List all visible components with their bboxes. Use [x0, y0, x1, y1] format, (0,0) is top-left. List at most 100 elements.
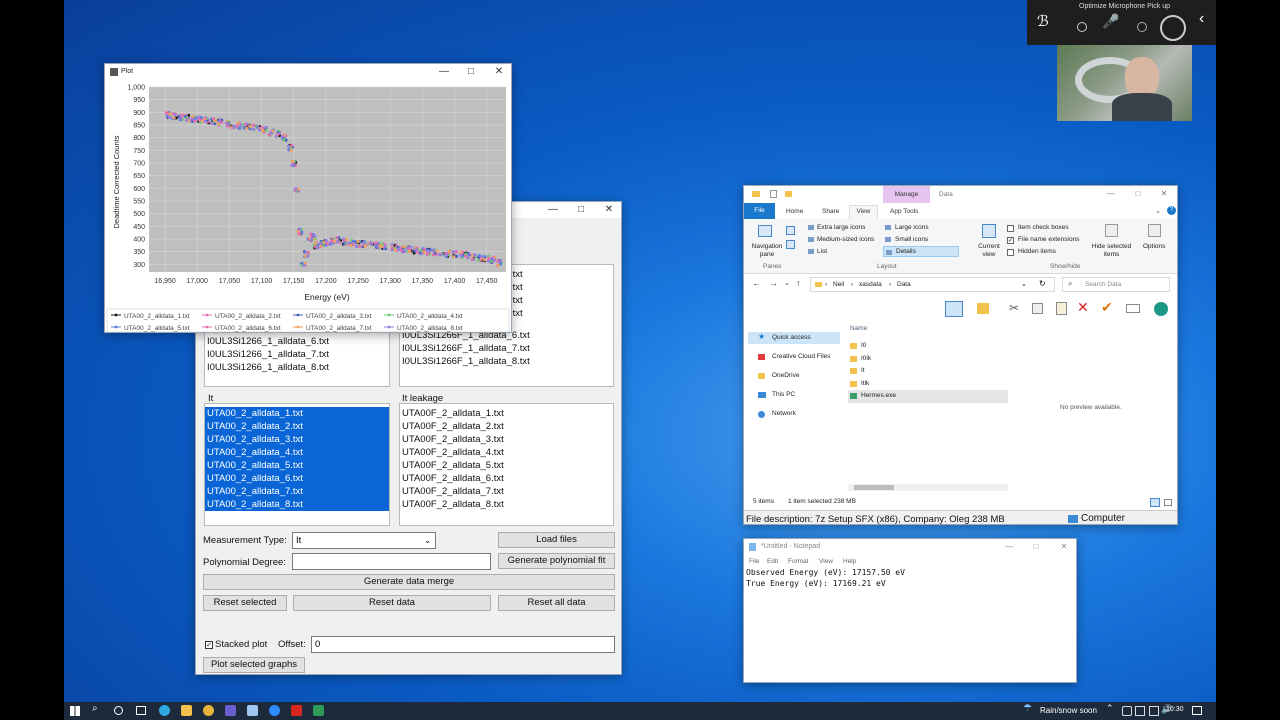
file-row[interactable]: I0 — [848, 340, 1008, 353]
circle-icon[interactable] — [1137, 22, 1147, 32]
layout-option-list[interactable]: List — [808, 247, 880, 257]
close-button[interactable]: ✕ — [485, 64, 511, 80]
generate-polynomial-fit-button[interactable]: Generate polynomial fit — [498, 553, 615, 569]
layout-option-details[interactable]: Details — [883, 246, 959, 257]
hide-selected-icon[interactable] — [1105, 224, 1118, 237]
network-icon[interactable] — [1149, 706, 1159, 716]
plot-selected-graphs-button[interactable]: Plot selected graphs — [203, 657, 305, 673]
help-icon[interactable]: ? — [1167, 206, 1176, 215]
scrollbar-thumb[interactable] — [854, 485, 894, 490]
recent-chevron-icon[interactable]: ⌄ — [784, 279, 790, 287]
breadcrumb-item[interactable]: xasdata — [859, 281, 882, 288]
list-item[interactable]: UTA00_2_alldata_7.txt — [205, 485, 389, 498]
hidden-items-checkbox[interactable] — [1007, 249, 1014, 256]
ribbon-collapse-icon[interactable]: ⌄ — [1155, 207, 1161, 215]
offset-input[interactable]: 0 — [311, 636, 615, 653]
breadcrumb-item[interactable]: Data — [897, 281, 911, 288]
up-arrow-icon[interactable]: ↑ — [796, 278, 801, 288]
list-item[interactable]: UTA00F_2_alldata_3.txt — [400, 433, 613, 446]
maximize-button[interactable]: □ — [1124, 186, 1152, 203]
clock[interactable]: 10:30 — [1166, 706, 1184, 713]
folder-options-icon[interactable] — [977, 303, 989, 314]
nav-item-this-pc[interactable]: This PC — [748, 389, 840, 401]
tab-share[interactable]: Share — [822, 208, 839, 215]
search-box[interactable]: ⌕ Search Data — [1062, 277, 1170, 292]
windows-start-icon[interactable] — [70, 706, 80, 716]
navigation-pane-button[interactable]: Navigation pane — [749, 243, 785, 259]
menu-help[interactable]: Help — [843, 558, 856, 565]
item-check-boxes-checkbox[interactable] — [1007, 225, 1014, 232]
breadcrumb-item[interactable]: Neil — [833, 281, 844, 288]
collapse-icon[interactable]: ‹ — [1199, 10, 1204, 28]
reset-data-button[interactable]: Reset data — [293, 595, 491, 611]
stacked-plot-checkbox[interactable]: ✓ — [205, 641, 213, 649]
thumbnails-view-icon[interactable] — [1164, 499, 1172, 506]
list-item[interactable]: UTA00_2_alldata_5.txt — [205, 459, 389, 472]
copy-icon[interactable] — [1032, 303, 1043, 314]
rename-icon[interactable]: ✔ — [1101, 299, 1113, 316]
tray-icon[interactable] — [1122, 706, 1132, 716]
edge-icon[interactable] — [159, 705, 170, 716]
list-item[interactable]: I0UL3Si1266F_1_alldata_8.txt — [400, 355, 613, 368]
chevron-down-icon[interactable]: ⌄ — [1021, 280, 1027, 288]
list-item[interactable]: I0UL3Si1266_1_alldata_6.txt — [205, 335, 389, 348]
details-pane-icon[interactable] — [786, 240, 795, 249]
tab-home[interactable]: Home — [786, 208, 803, 215]
list-item[interactable]: UTA00_2_alldata_6.txt — [205, 472, 389, 485]
layout-option-small[interactable]: Small icons — [885, 235, 957, 245]
properties-icon[interactable] — [770, 190, 777, 198]
tab-view[interactable]: View — [849, 205, 878, 219]
close-button[interactable]: ✕ — [595, 202, 621, 218]
it-list[interactable]: UTA00_2_alldata_1.txt UTA00_2_alldata_2.t… — [204, 403, 390, 526]
reset-all-data-button[interactable]: Reset all data — [498, 595, 615, 611]
task-view-icon[interactable] — [136, 706, 146, 715]
list-item[interactable]: UTA00_2_alldata_1.txt — [205, 407, 389, 420]
list-item[interactable]: I0UL3Si1266_1_alldata_8.txt — [205, 361, 389, 374]
file-name-extensions-checkbox[interactable]: ✓ — [1007, 237, 1014, 244]
app-icon[interactable] — [247, 705, 258, 716]
options-icon[interactable] — [1148, 224, 1161, 237]
list-item[interactable]: UTA00F_2_alldata_5.txt — [400, 459, 613, 472]
nav-item-network[interactable]: Network — [748, 408, 840, 420]
minimize-button[interactable]: — — [539, 202, 567, 218]
record-icon[interactable] — [1077, 22, 1087, 32]
list-item[interactable]: UTA00_2_alldata_4.txt — [205, 446, 389, 459]
options-button[interactable]: Options — [1143, 243, 1165, 250]
list-item[interactable]: UTA00F_2_alldata_2.txt — [400, 420, 613, 433]
file-explorer-icon[interactable] — [181, 705, 192, 716]
list-item[interactable]: UTA00F_2_alldata_8.txt — [400, 498, 613, 511]
close-button[interactable]: ✕ — [1150, 186, 1177, 203]
back-arrow-icon[interactable]: ← — [752, 278, 761, 288]
file-row[interactable]: Hermes.exe — [848, 390, 1008, 403]
generate-data-merge-button[interactable]: Generate data merge — [203, 574, 615, 590]
acrobat-icon[interactable] — [291, 705, 302, 716]
maximize-button[interactable]: □ — [1022, 539, 1050, 555]
cut-icon[interactable]: ✂ — [1009, 301, 1019, 315]
tab-app-tools[interactable]: App Tools — [890, 208, 918, 215]
list-item[interactable]: UTA00_2_alldata_2.txt — [205, 420, 389, 433]
list-item[interactable]: I0UL3Si1266_1_alldata_7.txt — [205, 348, 389, 361]
maximize-button[interactable]: □ — [567, 202, 595, 218]
new-folder-icon[interactable] — [785, 191, 792, 197]
horizontal-scrollbar[interactable] — [848, 484, 1008, 491]
refresh-icon[interactable]: ↻ — [1039, 279, 1046, 288]
load-files-button[interactable]: Load files — [498, 532, 615, 548]
hermes-icon[interactable] — [313, 705, 324, 716]
microphone-icon[interactable]: 🎤 — [1102, 13, 1119, 30]
menu-edit[interactable]: Edit — [767, 558, 778, 565]
minimize-button[interactable]: — — [1097, 186, 1125, 203]
globe-icon[interactable] — [1154, 302, 1168, 316]
vscode-icon[interactable] — [225, 705, 236, 716]
menu-view[interactable]: View — [819, 558, 833, 565]
file-row[interactable]: Itlk — [848, 378, 1008, 391]
list-item[interactable]: UTA00_2_alldata_3.txt — [205, 433, 389, 446]
weather-text[interactable]: Rain/snow soon — [1040, 706, 1097, 715]
list-item[interactable]: UTA00F_2_alldata_6.txt — [400, 472, 613, 485]
search-icon[interactable]: ⌕ — [92, 703, 98, 714]
menu-format[interactable]: Format — [788, 558, 809, 565]
measurement-type-select[interactable]: It ⌄ — [292, 532, 436, 549]
menu-file[interactable]: File — [749, 558, 759, 565]
forward-arrow-icon[interactable]: → — [769, 278, 778, 288]
delete-icon[interactable]: ✕ — [1077, 299, 1089, 316]
maximize-button[interactable]: □ — [457, 64, 485, 80]
